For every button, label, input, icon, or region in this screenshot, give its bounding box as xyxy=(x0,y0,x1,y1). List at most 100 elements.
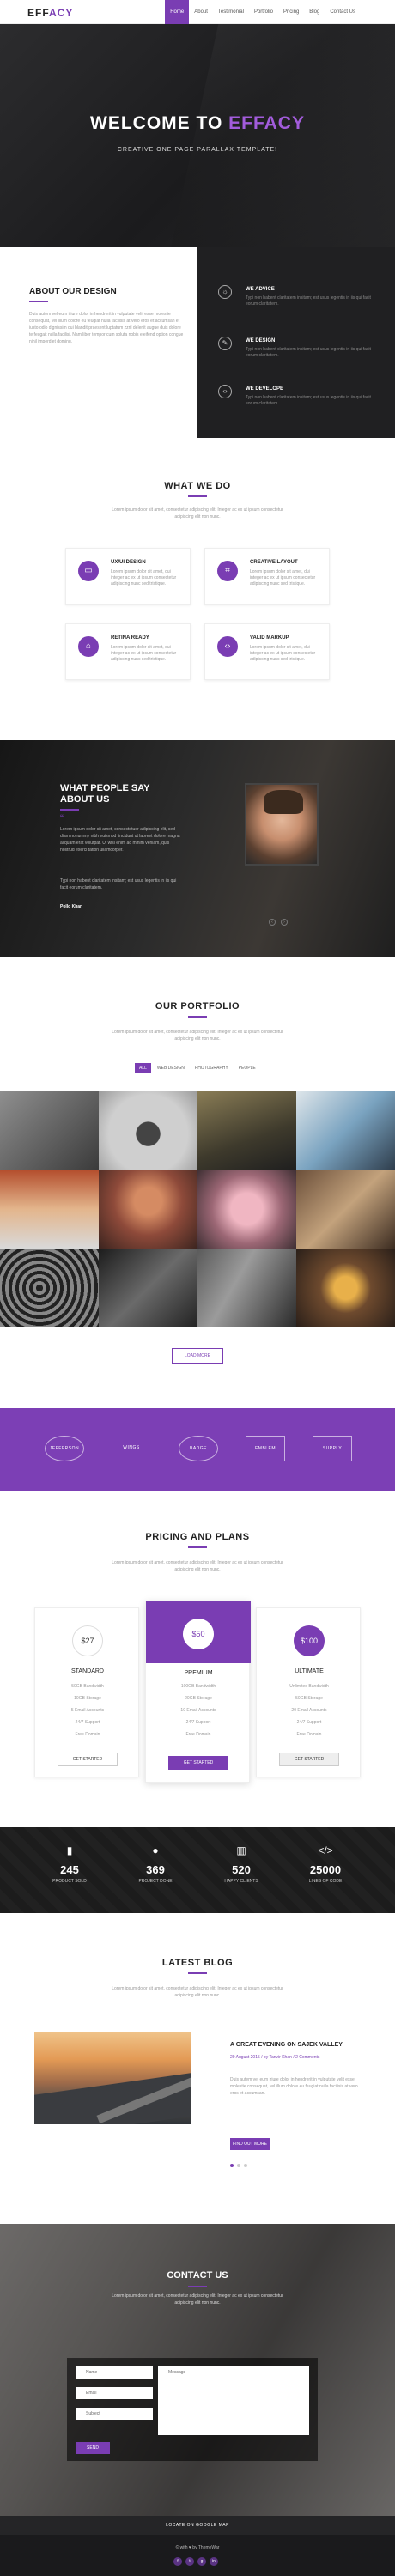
portfolio-item[interactable] xyxy=(99,1170,198,1249)
plan-feature: 20GB Storage xyxy=(185,1696,212,1701)
stat-label: PRODUCT SOLD xyxy=(52,1879,87,1884)
nav-item-contact[interactable]: Contact Us xyxy=(325,0,361,24)
nav-item-about[interactable]: About xyxy=(189,0,213,24)
portfolio-item[interactable] xyxy=(99,1249,198,1327)
services-underline xyxy=(188,495,207,497)
code-icon: ‹› xyxy=(218,385,232,398)
card-title: VALID MARKUP xyxy=(250,635,289,641)
contact-form: Name Email Subject Message SEND xyxy=(67,2358,318,2461)
plan-premium: $50 PREMIUM 100GB Bandwidth 20GB Storage… xyxy=(145,1601,251,1783)
plan-name: STANDARD xyxy=(71,1668,104,1674)
service-card-layout: ⌗ CREATIVE LAYOUT Lorem ipsum dolor sit … xyxy=(204,548,330,605)
hero-subtitle: CREATIVE ONE PAGE PARALLAX TEMPLATE! xyxy=(117,147,278,153)
portfolio-item[interactable] xyxy=(0,1170,99,1249)
nav-item-testimonial[interactable]: Testimonial xyxy=(213,0,249,24)
portfolio-title: OUR PORTFOLIO xyxy=(155,1001,240,1012)
footer: © with ♥ by ThemeWar f t g in xyxy=(0,2535,395,2576)
stat-label: PROJECT DONE xyxy=(138,1879,173,1884)
stat-number: 520 xyxy=(232,1863,251,1876)
nav-item-portfolio[interactable]: Portfolio xyxy=(249,0,278,24)
get-started-button[interactable]: GET STARTED xyxy=(58,1753,118,1766)
facebook-icon[interactable]: f xyxy=(173,2557,182,2566)
blog-title: LATEST BLOG xyxy=(161,1958,234,1968)
code-icon: ‹› xyxy=(217,636,238,657)
portfolio-item[interactable] xyxy=(296,1091,395,1170)
message-field[interactable]: Message xyxy=(158,2366,309,2435)
twitter-icon[interactable]: t xyxy=(185,2557,194,2566)
feature-title: WE DEVELOPE xyxy=(246,386,284,392)
stat-number: 25000 xyxy=(309,1863,342,1876)
plan-feature: 100GB Bandwidth xyxy=(180,1684,216,1689)
hero-section: WELCOME TO EFFACY CREATIVE ONE PAGE PARA… xyxy=(0,24,395,247)
find-out-more-button[interactable]: FIND OUT MORE xyxy=(230,2138,270,2150)
testimonial-title: WHAT PEOPLE SAY ABOUT US xyxy=(60,783,150,805)
copyright: © with ♥ by ThemeWar xyxy=(175,2545,220,2550)
plan-feature: 24/7 Support xyxy=(296,1720,322,1725)
portfolio-item[interactable] xyxy=(99,1091,198,1170)
subject-field[interactable]: Subject xyxy=(76,2408,153,2420)
google-plus-icon[interactable]: g xyxy=(198,2557,206,2566)
prev-arrow-icon[interactable]: ‹ xyxy=(269,919,276,926)
feature-develope: ‹› WE DEVELOPE Typi non habent claritate… xyxy=(198,385,395,428)
portfolio-item[interactable] xyxy=(0,1249,99,1327)
filter-all[interactable]: ALL xyxy=(135,1063,151,1073)
portfolio-item[interactable] xyxy=(198,1249,296,1327)
pricing-underline xyxy=(188,1546,207,1548)
blog-image[interactable] xyxy=(34,2032,191,2124)
plan-price: $100 xyxy=(294,1625,325,1656)
google-map-link[interactable]: LOCATE ON GOOGLE MAP xyxy=(0,2516,395,2535)
filter-photography[interactable]: PHOTOGRAPHY xyxy=(191,1063,233,1073)
card-title: UX/UI DESIGN xyxy=(111,560,146,565)
blog-post-title[interactable]: A GREAT EVENING ON SAJEK VALLEY xyxy=(230,2042,343,2048)
linkedin-icon[interactable]: in xyxy=(210,2557,218,2566)
service-card-uxui: ▭ UX/UI DESIGN Lorem ipsum dolor sit ame… xyxy=(65,548,191,605)
plan-feature: 10 Email Accounts xyxy=(180,1708,216,1713)
about-features: ☼ WE ADVICE Typi non habent claritatem i… xyxy=(198,247,395,438)
blog-subtitle: Lorem ipsum dolor sit amet, consectetur … xyxy=(112,1986,283,1998)
get-started-button[interactable]: GET STARTED xyxy=(279,1753,339,1766)
logo[interactable]: EFFACY xyxy=(27,7,73,19)
get-started-button[interactable]: GET STARTED xyxy=(168,1756,228,1770)
top-nav: EFFACY Home About Testimonial Portfolio … xyxy=(0,0,395,24)
portfolio-item[interactable] xyxy=(198,1170,296,1249)
plan-feature: Unlimited Bandwidth xyxy=(289,1684,329,1689)
blog-post-meta: 29 August 2015 / by Tanvir Khan / 2 Comm… xyxy=(230,2055,320,2060)
portfolio-item[interactable] xyxy=(296,1170,395,1249)
portfolio-item[interactable] xyxy=(0,1091,99,1170)
load-more-button[interactable]: LOAD MORE xyxy=(172,1348,223,1364)
name-field[interactable]: Name xyxy=(76,2366,153,2379)
plan-feature: 24/7 Support xyxy=(185,1720,211,1725)
send-button[interactable]: SEND xyxy=(76,2442,110,2454)
filter-people[interactable]: PEOPLE xyxy=(234,1063,260,1073)
contact-title: CONTACT US xyxy=(167,2270,228,2281)
filter-web-design[interactable]: WEB DESIGN xyxy=(153,1063,189,1073)
next-arrow-icon[interactable]: › xyxy=(281,919,288,926)
avatar xyxy=(245,783,319,866)
card-text: Lorem ipsum dolor sit amet, dui integer … xyxy=(250,569,316,586)
pager-dot[interactable] xyxy=(244,2164,247,2167)
card-title: CREATIVE LAYOUT xyxy=(250,560,298,565)
nav-item-pricing[interactable]: Pricing xyxy=(278,0,304,24)
feature-title: WE DESIGN xyxy=(246,338,276,343)
contact-section: CONTACT US Lorem ipsum dolor sit amet, c… xyxy=(0,2224,395,2516)
portfolio-item[interactable] xyxy=(198,1091,296,1170)
portfolio-subtitle: Lorem ipsum dolor sit amet, consectetur … xyxy=(112,1030,283,1042)
services-subtitle: Lorem ipsum dolor sit amet, consectetur … xyxy=(112,507,283,519)
nav-item-blog[interactable]: Blog xyxy=(304,0,325,24)
pager-dot[interactable] xyxy=(230,2164,234,2167)
services-title: WHAT WE DO xyxy=(164,481,231,491)
feature-text: Typi non habent claritatem insitam; est … xyxy=(246,347,371,358)
portfolio-item[interactable] xyxy=(296,1249,395,1327)
card-text: Lorem ipsum dolor sit amet, dui integer … xyxy=(111,645,177,662)
email-field[interactable]: Email xyxy=(76,2387,153,2399)
crop-icon: ⌗ xyxy=(217,561,238,581)
plan-feature: 5 Email Accounts xyxy=(70,1708,105,1713)
blog-post-text: Duis autem vel eum iriure dolor in hendr… xyxy=(230,2077,358,2096)
nav-item-home[interactable]: Home xyxy=(165,0,190,24)
bulb-icon: ☼ xyxy=(218,285,232,299)
stat-label: HAPPY CLIENTS xyxy=(224,1879,258,1884)
pager-dot[interactable] xyxy=(237,2164,240,2167)
home-icon: ⌂ xyxy=(78,636,99,657)
plan-price: $27 xyxy=(72,1625,103,1656)
stat-clients: ▥ 520 HAPPY CLIENTS xyxy=(203,1844,280,1884)
